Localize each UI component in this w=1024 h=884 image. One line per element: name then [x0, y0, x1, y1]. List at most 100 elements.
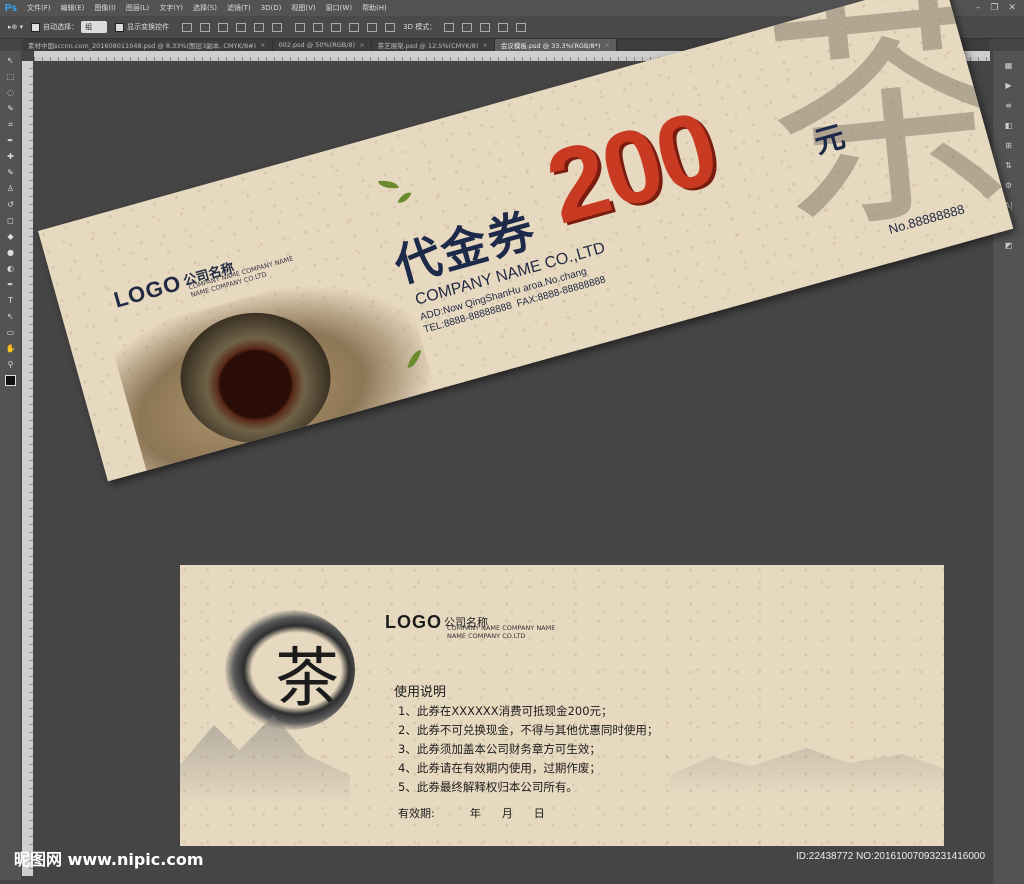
panel-button-icon[interactable]: ▦	[1002, 59, 1016, 71]
crop-tool-icon[interactable]: ⌗	[5, 119, 16, 130]
vertical-ruler[interactable]	[22, 61, 33, 876]
distribute-bottom-icon[interactable]	[331, 22, 342, 32]
panel-button-icon[interactable]: ▶	[1002, 79, 1016, 91]
logo-subtitle-line: NAME COMPANY CO.LTD	[447, 632, 526, 640]
show-transform-label: 显示变换控件	[127, 23, 170, 31]
quick-select-icon[interactable]: ✎	[5, 103, 16, 114]
auto-select-label: 自动选择：	[43, 23, 79, 31]
type-tool-icon[interactable]: T	[5, 295, 16, 306]
shape-tool-icon[interactable]: ▭	[5, 327, 16, 338]
healing-brush-icon[interactable]: ✚	[5, 151, 16, 162]
menu-filter[interactable]: 滤镜(T)	[222, 3, 256, 13]
rule-item: 2、此券不可兑换现金，不得与其他优惠同时使用；	[398, 723, 659, 737]
document-tab-active[interactable]: 会议模板.psd @ 33.3%(RGB/8*) ×	[494, 39, 617, 51]
panel-button-icon[interactable]: ◧	[1002, 119, 1016, 131]
auto-select-checkbox[interactable]	[31, 22, 41, 32]
panel-button-icon[interactable]: ◩	[1002, 239, 1016, 251]
eraser-icon[interactable]: ◻	[5, 215, 16, 226]
distribute-left-icon[interactable]	[349, 22, 360, 32]
align-top-icon[interactable]	[182, 22, 193, 32]
3d-pan-icon[interactable]	[480, 22, 491, 32]
rule-item: 4、此券请在有效期内使用，过期作废；	[398, 761, 601, 775]
align-buttons	[177, 22, 283, 32]
3d-scale-icon[interactable]	[516, 22, 527, 32]
tab-label: 会议模板.psd @ 33.3%(RGB/8*)	[500, 42, 601, 50]
voucher-amount: 200	[535, 89, 728, 247]
3d-roll-icon[interactable]	[462, 22, 473, 32]
logo-word: LOGO	[111, 269, 185, 313]
logo-word: LOGO	[385, 612, 442, 632]
auto-select-option[interactable]: 自动选择： 组	[31, 21, 108, 33]
distribute-center-icon[interactable]	[367, 22, 378, 32]
toolbox: ↖ ⬚ ◌ ✎ ⌗ ✒ ✚ ✎ ♙ ↺ ◻ ◆ ● ◐ ✒ T ↖ ▭ ✋ ⚲	[0, 51, 21, 880]
tab-close-icon[interactable]: ×	[604, 41, 609, 49]
distribute-right-icon[interactable]	[385, 22, 396, 32]
restore-icon[interactable]: ❐	[990, 3, 998, 13]
menu-select[interactable]: 选择(S)	[188, 3, 222, 13]
lasso-tool-icon[interactable]: ◌	[5, 87, 16, 98]
move-tool-icon[interactable]: ↖	[5, 55, 16, 66]
tea-cup-image	[180, 312, 331, 443]
3d-slide-icon[interactable]	[498, 22, 509, 32]
voucher-front[interactable]: 茶 LOGO 公司名称 COMPANY NAME COMPANY NAME NA…	[38, 0, 1014, 482]
align-center-icon[interactable]	[254, 22, 265, 32]
document-tab[interactable]: 茶艺展架.psd @ 12.5%(CMYK/8) ×	[372, 39, 495, 51]
tab-label: 素材中国sccnn.com_201608011048.psd @ 8.33%(图…	[28, 42, 257, 50]
show-transform-option[interactable]: 显示变换控件	[115, 22, 169, 32]
foreground-color-swatch[interactable]	[5, 375, 16, 386]
panel-button-icon[interactable]: ⊞	[1002, 139, 1016, 151]
move-tool-preset-icon[interactable]: ▸⊕ ▾	[8, 23, 23, 31]
tab-close-icon[interactable]: ×	[482, 41, 487, 49]
show-transform-checkbox[interactable]	[115, 22, 125, 32]
align-left-icon[interactable]	[236, 22, 247, 32]
menu-type[interactable]: 文字(Y)	[154, 3, 188, 13]
minimize-icon[interactable]: –	[976, 3, 981, 13]
auto-select-dropdown[interactable]: 组	[81, 21, 108, 33]
tea-character: 茶	[275, 642, 339, 716]
document-tab[interactable]: 素材中国sccnn.com_201608011048.psd @ 8.33%(图…	[22, 39, 273, 51]
history-brush-icon[interactable]: ↺	[5, 199, 16, 210]
zoom-tool-icon[interactable]: ⚲	[5, 359, 16, 370]
validity-day: 日	[533, 807, 545, 820]
align-middle-icon[interactable]	[200, 22, 211, 32]
eyedropper-icon[interactable]: ✒	[5, 135, 16, 146]
pen-tool-icon[interactable]: ✒	[5, 279, 16, 290]
menu-3d[interactable]: 3D(D)	[256, 4, 287, 12]
path-select-icon[interactable]: ↖	[5, 311, 16, 322]
blur-tool-icon[interactable]: ●	[5, 247, 16, 258]
menu-file[interactable]: 文件(F)	[22, 3, 56, 13]
voucher-back[interactable]: 茶 LOGO 公司名称 COMPANY NAME COMPANY NAME NA…	[180, 565, 944, 846]
menu-help[interactable]: 帮助(H)	[357, 3, 392, 13]
site-watermark: 昵图网 www.nipic.com	[14, 850, 204, 869]
hand-tool-icon[interactable]: ✋	[5, 343, 16, 354]
validity-label: 有效期:	[398, 807, 435, 820]
distribute-middle-icon[interactable]	[313, 22, 324, 32]
clone-stamp-icon[interactable]: ♙	[5, 183, 16, 194]
rules-list: 1、此券在XXXXXX消费可抵现金200元； 2、此券不可兑换现金，不得与其他优…	[398, 702, 658, 797]
menu-window[interactable]: 窗口(W)	[321, 3, 357, 13]
align-bottom-icon[interactable]	[218, 22, 229, 32]
panel-button-icon[interactable]: ⚙	[1002, 179, 1016, 191]
logo-subtitle-line: COMPANY NAME COMPANY NAME	[447, 624, 556, 632]
document-tab[interactable]: 002.psd @ 50%(RGB/8) ×	[273, 39, 372, 51]
panel-button-icon[interactable]: ≡	[1002, 99, 1016, 111]
3d-rotate-icon[interactable]	[444, 22, 455, 32]
menu-edit[interactable]: 编辑(E)	[56, 3, 90, 13]
dodge-tool-icon[interactable]: ◐	[5, 263, 16, 274]
panel-button-icon[interactable]: ⇅	[1002, 159, 1016, 171]
paint-bucket-icon[interactable]: ◆	[5, 231, 16, 242]
image-id-text: ID:22438772 NO:20161007093231416000	[796, 851, 986, 862]
3d-mode-label: 3D 模式：	[403, 23, 437, 31]
menu-view[interactable]: 视图(V)	[286, 3, 320, 13]
distribute-top-icon[interactable]	[295, 22, 306, 32]
close-icon[interactable]: ✕	[1008, 3, 1016, 13]
tab-label: 茶艺展架.psd @ 12.5%(CMYK/8)	[377, 42, 479, 50]
menu-image[interactable]: 图像(I)	[89, 3, 121, 13]
align-right-icon[interactable]	[272, 22, 283, 32]
tab-close-icon[interactable]: ×	[260, 41, 265, 49]
3d-mode-option: 3D 模式：	[403, 22, 527, 32]
brush-tool-icon[interactable]: ✎	[5, 167, 16, 178]
menu-layer[interactable]: 图层(L)	[121, 3, 154, 13]
tab-close-icon[interactable]: ×	[359, 41, 364, 49]
marquee-tool-icon[interactable]: ⬚	[5, 71, 16, 82]
